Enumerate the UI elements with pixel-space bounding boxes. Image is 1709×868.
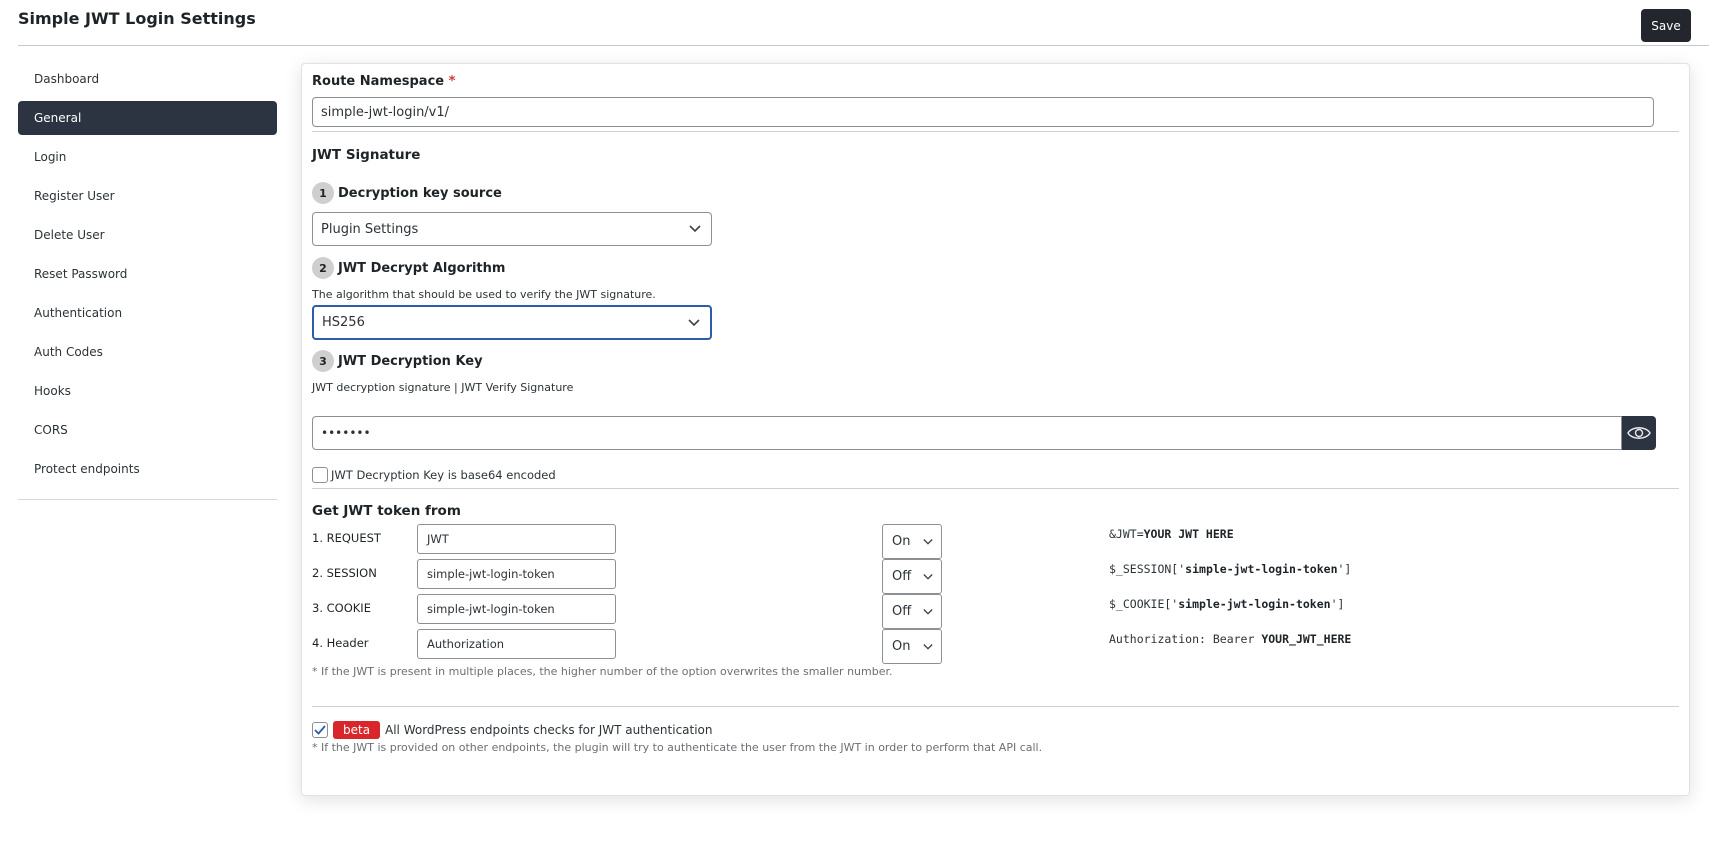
select-value: On (892, 639, 911, 654)
step-label: Decryption key source (338, 185, 502, 201)
divider (312, 131, 1679, 132)
sidebar-item-register-user[interactable]: Register User (18, 179, 277, 213)
code-bold: simple-jwt-login-token (1178, 597, 1331, 611)
sidebar-item-auth-codes[interactable]: Auth Codes (18, 335, 277, 369)
checkmark-icon (314, 725, 326, 735)
request-toggle-select[interactable]: On (882, 524, 942, 559)
beta-badge: beta (333, 721, 381, 739)
code-bold: YOUR JWT HERE (1143, 527, 1234, 541)
jwt-algorithm-select[interactable]: HS256 (312, 305, 712, 340)
session-toggle-select[interactable]: Off (882, 559, 942, 594)
row-label: 4. Header (312, 636, 369, 650)
base64-encoded-label: JWT Decryption Key is base64 encoded (331, 468, 556, 482)
code-suffix: '] (1330, 597, 1345, 611)
sidebar-item-delete-user[interactable]: Delete User (18, 218, 277, 252)
route-namespace-label: Route Namespace * (312, 74, 455, 89)
sidebar-item-authentication[interactable]: Authentication (18, 296, 277, 330)
step-number-badge: 2 (312, 257, 334, 279)
decryption-key-input[interactable] (312, 416, 1622, 450)
step-jwt-decrypt-algorithm: 2 JWT Decrypt Algorithm (312, 257, 505, 279)
chevron-down-icon (923, 573, 933, 580)
sidebar-item-dashboard[interactable]: Dashboard (18, 62, 277, 96)
toggle-visibility-button[interactable] (1622, 416, 1656, 450)
code-bold: simple-jwt-login-token (1185, 562, 1338, 576)
sidebar-item-login[interactable]: Login (18, 140, 277, 174)
decryption-key-help-text: JWT decryption signature | JWT Verify Si… (312, 381, 574, 394)
code-suffix: '] (1337, 562, 1352, 576)
page-title: Simple JWT Login Settings (18, 9, 256, 28)
sidebar-item-hooks[interactable]: Hooks (18, 374, 277, 408)
code-prefix: Authorization: Bearer (1109, 632, 1262, 646)
sidebar-item-reset-password[interactable]: Reset Password (18, 257, 277, 291)
header-code-example: Authorization: Bearer YOUR_JWT_HERE (1109, 632, 1351, 646)
select-value: Off (892, 604, 912, 619)
chevron-down-icon (923, 608, 933, 615)
row-label: 1. REQUEST (312, 531, 381, 545)
save-button[interactable]: Save (1641, 9, 1691, 42)
select-value: On (892, 534, 911, 549)
decryption-key-source-select[interactable]: Plugin Settings (312, 212, 712, 246)
row-label: 3. COOKIE (312, 601, 371, 615)
sidebar-item-cors[interactable]: CORS (18, 413, 277, 447)
chevron-down-icon (688, 318, 700, 326)
step-jwt-decryption-key: 3 JWT Decryption Key (312, 350, 483, 372)
select-value: Off (892, 569, 912, 584)
sidebar: Dashboard General Login Register User De… (18, 62, 277, 500)
all-endpoints-label: All WordPress endpoints checks for JWT a… (385, 723, 713, 737)
algorithm-help-text: The algorithm that should be used to ver… (312, 288, 656, 301)
request-param-input[interactable]: JWT (417, 524, 616, 554)
request-code-example: &JWT=YOUR JWT HERE (1109, 527, 1234, 541)
token-source-title: Get JWT token from (312, 503, 461, 519)
header-param-input[interactable]: Authorization (417, 629, 616, 659)
sidebar-item-general[interactable]: General (18, 101, 277, 135)
divider (312, 488, 1679, 489)
step-decryption-key-source: 1 Decryption key source (312, 182, 502, 204)
session-code-example: $_SESSION['simple-jwt-login-token'] (1109, 562, 1351, 576)
step-number-badge: 3 (312, 350, 334, 372)
select-value: HS256 (322, 315, 365, 330)
top-bar: Simple JWT Login Settings Save (18, 0, 1709, 46)
header-toggle-select[interactable]: On (882, 629, 942, 664)
cookie-toggle-select[interactable]: Off (882, 594, 942, 629)
chevron-down-icon (689, 225, 701, 233)
select-value: Plugin Settings (321, 221, 419, 237)
code-bold: YOUR_JWT_HERE (1261, 632, 1352, 646)
required-mark: * (448, 74, 456, 89)
route-namespace-label-text: Route Namespace (312, 74, 445, 89)
jwt-signature-title: JWT Signature (312, 147, 421, 163)
code-prefix: $_COOKIE[' (1109, 597, 1179, 611)
chevron-down-icon (923, 643, 933, 650)
cookie-code-example: $_COOKIE['simple-jwt-login-token'] (1109, 597, 1344, 611)
route-namespace-input[interactable] (312, 97, 1654, 127)
chevron-down-icon (923, 538, 933, 545)
all-endpoints-checkbox[interactable] (312, 722, 328, 738)
settings-card: Route Namespace * JWT Signature 1 Decryp… (301, 63, 1690, 796)
token-priority-note: * If the JWT is present in multiple plac… (312, 665, 893, 678)
all-endpoints-note: * If the JWT is provided on other endpoi… (312, 741, 1043, 754)
base64-encoded-checkbox[interactable] (312, 467, 328, 483)
step-label: JWT Decryption Key (338, 353, 483, 369)
row-label: 2. SESSION (312, 566, 377, 580)
eye-icon (1627, 427, 1651, 439)
cookie-param-input[interactable]: simple-jwt-login-token (417, 594, 616, 624)
code-prefix: &JWT= (1109, 527, 1144, 541)
divider (312, 706, 1679, 707)
session-param-input[interactable]: simple-jwt-login-token (417, 559, 616, 589)
step-label: JWT Decrypt Algorithm (338, 260, 506, 276)
step-number-badge: 1 (312, 182, 334, 204)
sidebar-item-protect-endpoints[interactable]: Protect endpoints (18, 452, 277, 486)
code-prefix: $_SESSION[' (1109, 562, 1186, 576)
